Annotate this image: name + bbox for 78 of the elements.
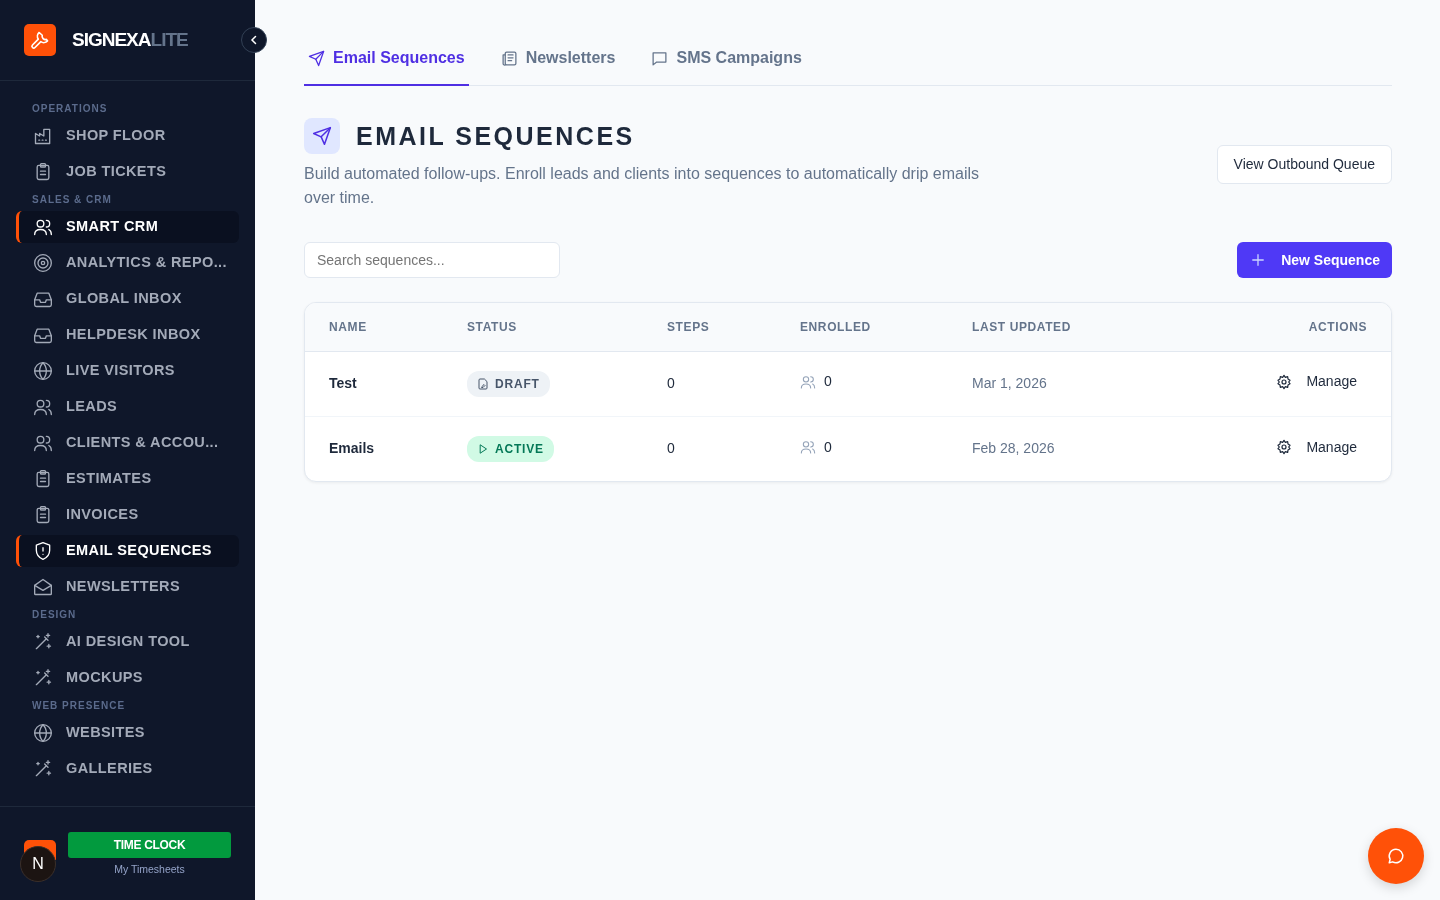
sidebar-item[interactable]: HELPDESK INBOX [16,319,239,351]
magic-wand-icon [33,632,53,652]
wrench-logo-icon [24,24,56,56]
newspaper-icon [500,49,518,67]
collapse-sidebar-button[interactable] [241,27,267,53]
sidebar-item[interactable]: ANALYTICS & REPO... [16,247,239,279]
column-header: STATUS [467,319,517,334]
sidebar-item[interactable]: EMAIL SEQUENCES [16,535,239,567]
users-icon [800,373,816,390]
sidebar-item[interactable]: GLOBAL INBOX [16,283,239,315]
user-avatar[interactable]: N [20,846,56,882]
page-description: Build automated follow-ups. Enroll leads and clients into sequences to automatically drip emails over time. [304,164,981,208]
sidebar-item[interactable]: ESTIMATES [16,463,239,495]
chat-button[interactable] [1368,828,1424,884]
users-icon [800,439,816,455]
sidebar-item[interactable]: NEWSLETTERS [16,571,239,603]
column-header: ENROLLED [800,319,871,334]
status-badge: DRAFT [467,370,550,397]
sidebar-item[interactable]: CLIENTS & ACCOU... [16,427,239,459]
sequence-name: Test [329,375,357,391]
globe-icon [33,723,53,743]
column-header: LAST UPDATED [972,319,1071,334]
users-icon [33,397,53,417]
steps-count: 0 [667,440,675,457]
gear-icon [1276,439,1293,455]
section-heading: SALES & CRM [31,193,113,207]
magic-wand-icon [33,759,53,779]
column-header: ACTIONS [1308,319,1367,334]
document-icon [477,377,489,390]
view-outbound-queue-button[interactable]: View Outbound Queue [1216,144,1392,184]
section-heading: DESIGN [31,608,78,622]
sidebar-item[interactable]: LEADS [16,391,239,423]
manage-button[interactable]: Manage [1276,436,1357,458]
magic-wand-icon [33,668,53,688]
sidebar-item[interactable]: AI DESIGN TOOL [16,626,239,658]
tab[interactable]: Newsletters [496,36,620,86]
enrolled-count: 0 [824,437,832,457]
sidebar-item[interactable]: WEBSITES [16,717,239,749]
enrolled-count: 0 [824,372,832,392]
envelope-icon [33,577,53,597]
shield-icon [33,541,53,561]
gear-icon [1276,373,1293,390]
chat-bubble-icon [1387,847,1405,865]
factory-icon [33,126,53,146]
users-icon [33,433,53,453]
page-title: EMAIL SEQUENCES [356,121,635,151]
plus-icon [1251,253,1266,267]
last-updated-date: Mar 1, 2026 [972,375,1047,391]
paper-plane-icon [312,126,332,146]
sidebar-item[interactable]: JOB TICKETS [16,156,239,188]
time-clock-button[interactable]: TIME CLOCK [68,832,231,858]
last-updated-date: Feb 28, 2026 [972,440,1055,457]
sidebar-item[interactable]: SHOP FLOOR [16,120,239,152]
column-header: STEPS [667,319,710,334]
chat-bubble-icon [651,49,669,67]
paper-plane-icon [308,49,325,67]
sidebar-item[interactable]: SMART CRM [16,211,239,243]
search-field[interactable]: Search sequences... [304,242,560,278]
users-icon [33,217,53,237]
sidebar-item[interactable]: MOCKUPS [16,662,239,694]
target-icon [33,253,53,273]
sidebar-item[interactable]: LIVE VISITORS [16,355,239,387]
status-badge: ACTIVE [467,435,554,462]
sidebar-item[interactable]: INVOICES [16,499,239,531]
tab[interactable]: SMS Campaigns [647,36,806,86]
sequence-name: Emails [329,440,375,457]
section-heading: OPERATIONS [31,102,109,116]
play-icon [477,442,489,455]
timesheets-link[interactable]: My Timesheets [68,862,231,878]
section-heading: WEB PRESENCE [31,699,127,713]
manage-button[interactable]: Manage [1276,371,1357,393]
steps-count: 0 [667,375,675,391]
brand-name: SIGNEXALITE [72,27,188,52]
globe-icon [33,361,53,381]
new-sequence-button[interactable]: New Sequence [1237,242,1392,278]
sidebar-item[interactable]: GALLERIES [16,753,239,785]
column-header: NAME [329,319,367,334]
tab[interactable]: Email Sequences [304,36,469,86]
